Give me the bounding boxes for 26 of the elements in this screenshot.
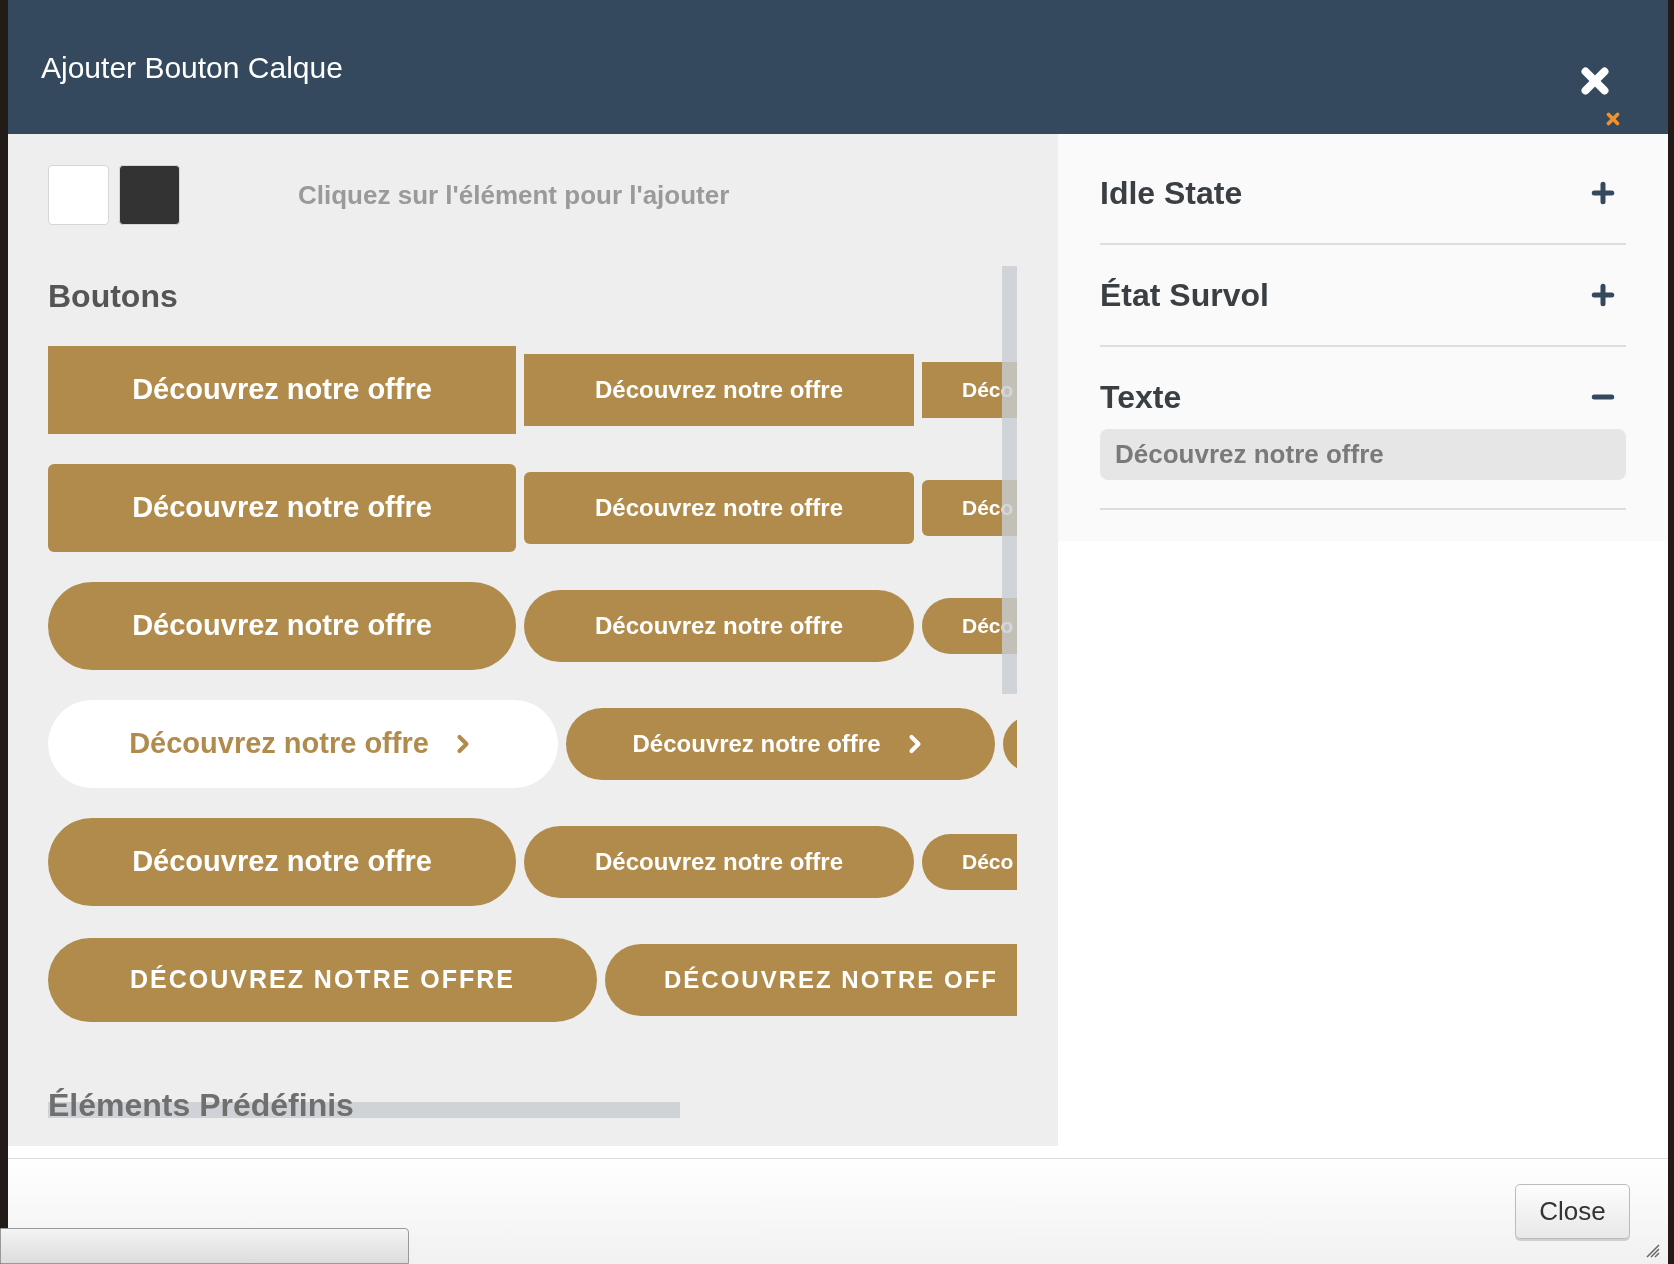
- color-swatch[interactable]: [119, 165, 180, 225]
- accordion-header[interactable]: Idle State: [1100, 171, 1626, 215]
- close-button[interactable]: Close: [1515, 1184, 1630, 1239]
- offer-button[interactable]: DÉCOUVREZ NOTRE OFFRE: [48, 938, 597, 1022]
- offer-button[interactable]: Découvrez notre offre: [48, 346, 516, 434]
- hint-text: Cliquez sur l'élément pour l'ajouter: [298, 178, 730, 212]
- offer-button[interactable]: Découvrez notre offre: [524, 590, 914, 662]
- offer-button[interactable]: Découvrez notre offre: [566, 708, 995, 780]
- offer-button[interactable]: Découvrez notre offre: [48, 818, 516, 906]
- section-title: Éléments Prédéfinis: [48, 1086, 354, 1125]
- section-title: Boutons: [48, 277, 178, 316]
- color-swatch[interactable]: [48, 165, 109, 225]
- offer-button[interactable]: Découvrez notre offre: [524, 826, 914, 898]
- close-icon[interactable]: [1604, 110, 1622, 128]
- accordion-header[interactable]: État Survol: [1100, 273, 1626, 317]
- accordion-header[interactable]: Texte: [1100, 375, 1626, 419]
- resize-grip-icon[interactable]: [1646, 1244, 1660, 1258]
- offer-button[interactable]: Déco: [922, 834, 1017, 890]
- offer-button[interactable]: Découvrez notre offre: [48, 582, 516, 670]
- offer-button[interactable]: Découvrez notre offre: [524, 354, 914, 426]
- offer-button[interactable]: DÉCOUVREZ NOTRE OFF: [605, 944, 1017, 1016]
- dialog-title: Ajouter Bouton Calque: [41, 49, 343, 86]
- offer-button[interactable]: Découvrez notre offre: [48, 700, 558, 788]
- offer-button[interactable]: Découvrez notre offre: [48, 464, 516, 552]
- text-field[interactable]: Découvrez notre offre: [1100, 429, 1626, 480]
- offer-button[interactable]: Découvrez notre offre: [524, 472, 914, 544]
